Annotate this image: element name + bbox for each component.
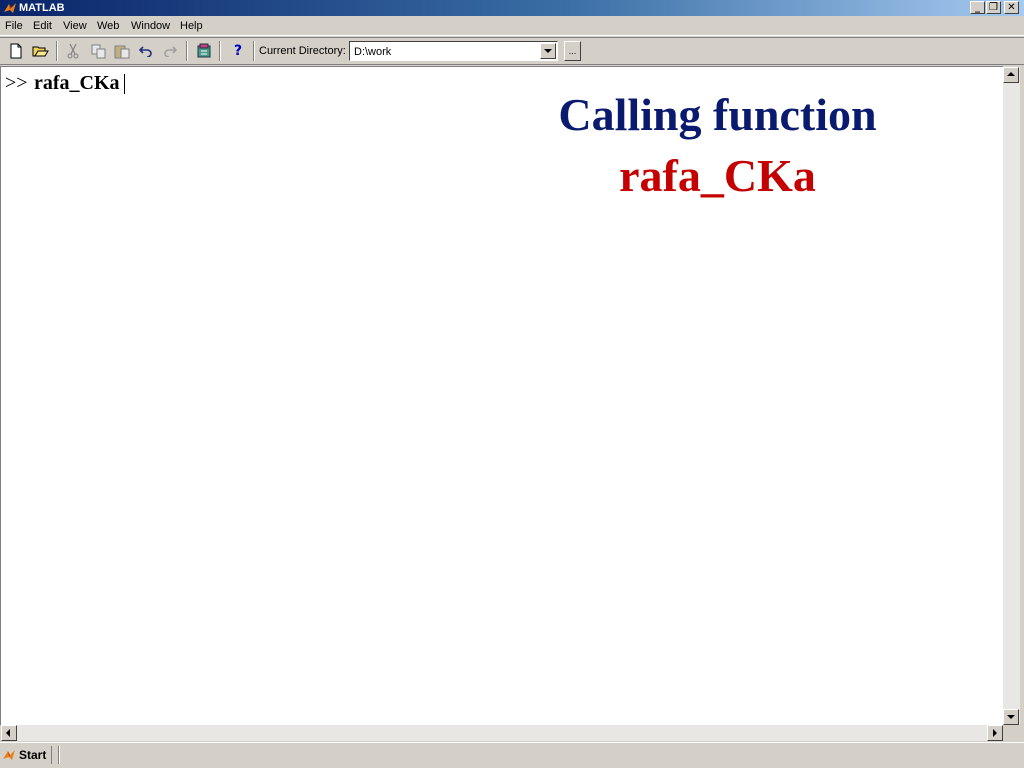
start-button[interactable]: Start <box>2 746 53 764</box>
chevron-down-icon[interactable] <box>540 43 556 59</box>
paste-icon <box>114 45 130 59</box>
current-directory-dropdown[interactable]: D:\work <box>349 41 558 61</box>
command-prompt: >> <box>5 72 28 94</box>
maximize-button[interactable]: ❐ <box>986 1 1001 14</box>
start-label: Start <box>19 748 47 762</box>
menu-help[interactable]: Help <box>180 19 203 33</box>
toolbar-separator <box>186 41 188 61</box>
minimize-icon: _ <box>975 2 980 13</box>
command-input[interactable]: rafa_CKa <box>34 71 120 95</box>
help-icon: ? <box>233 43 243 59</box>
toolbar-separator <box>253 41 255 61</box>
cut-icon <box>67 43 79 59</box>
vertical-scrollbar[interactable] <box>1003 67 1020 725</box>
status-bar: Start <box>0 742 1024 768</box>
minimize-button[interactable]: _ <box>970 1 985 14</box>
help-button[interactable]: ? <box>228 41 248 61</box>
copy-icon <box>91 44 105 58</box>
undo-button[interactable] <box>136 41 156 61</box>
close-icon: ✕ <box>1007 2 1016 13</box>
undo-icon <box>139 46 152 57</box>
status-separator <box>58 746 60 764</box>
menu-bar: File Edit View Web Window Help <box>0 16 1024 36</box>
toolbar-separator <box>219 41 221 61</box>
toolbar: ? Current Directory: D:\work ... <box>0 37 1024 65</box>
current-directory-value: D:\work <box>354 46 392 58</box>
scroll-down-arrow-icon[interactable] <box>1003 709 1019 725</box>
menu-view[interactable]: View <box>63 19 87 33</box>
annotation-function-name: rafa_CKa <box>619 150 816 201</box>
annotation-title: Calling function <box>558 89 877 140</box>
simulink-button[interactable] <box>194 41 214 61</box>
matlab-logo-icon <box>3 750 15 760</box>
scroll-right-arrow-icon[interactable] <box>987 725 1003 741</box>
open-folder-icon <box>32 46 49 57</box>
window-title: MATLAB <box>19 2 65 14</box>
scrollbar-corner <box>1003 725 1020 741</box>
menu-file[interactable]: File <box>5 19 23 33</box>
text-cursor <box>124 74 125 94</box>
menu-window[interactable]: Window <box>131 19 170 33</box>
matlab-logo-icon <box>4 3 16 13</box>
simulink-icon <box>197 43 211 58</box>
new-file-button[interactable] <box>6 41 26 61</box>
close-button[interactable]: ✕ <box>1004 1 1019 14</box>
menu-edit[interactable]: Edit <box>33 19 52 33</box>
open-file-button[interactable] <box>30 41 50 61</box>
scroll-up-arrow-icon[interactable] <box>1003 67 1019 83</box>
copy-button[interactable] <box>88 41 108 61</box>
title-bar[interactable]: MATLAB _ ❐ ✕ <box>0 0 1024 16</box>
menu-web[interactable]: Web <box>97 19 119 33</box>
window-edge <box>1020 66 1024 742</box>
redo-icon <box>164 46 177 57</box>
horizontal-scrollbar[interactable] <box>1 725 1003 741</box>
toolbar-separator <box>56 41 58 61</box>
browse-directory-button[interactable]: ... <box>564 41 581 61</box>
restore-icon: ❐ <box>989 2 998 13</box>
new-file-icon <box>10 43 22 59</box>
scroll-left-arrow-icon[interactable] <box>1 725 17 741</box>
paste-button[interactable] <box>112 41 132 61</box>
command-window[interactable]: >> rafa_CKa Calling function rafa_CKa <box>0 66 1003 725</box>
current-directory-label: Current Directory: <box>259 45 346 57</box>
redo-button[interactable] <box>160 41 180 61</box>
cut-button[interactable] <box>63 41 83 61</box>
